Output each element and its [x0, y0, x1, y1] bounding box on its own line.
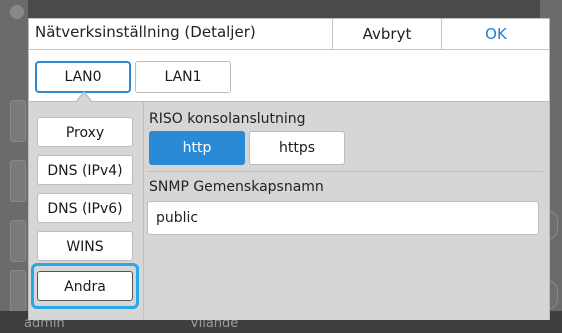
background-tab	[10, 220, 26, 262]
dialog-title: Nätverksinställning (Detaljer)	[35, 23, 256, 41]
https-option-button[interactable]: https	[249, 131, 345, 165]
sidebar-item-proxy[interactable]: Proxy	[37, 117, 133, 147]
background-tab	[10, 270, 26, 312]
cancel-button[interactable]: Avbryt	[332, 19, 441, 49]
sidebar-item-dns-ipv4[interactable]: DNS (IPv4)	[37, 155, 133, 185]
background-tab	[10, 160, 26, 202]
sidebar-item-andra[interactable]: Andra	[37, 271, 133, 301]
section-divider	[147, 171, 543, 172]
ok-button[interactable]: OK	[441, 19, 550, 49]
tab-lan0[interactable]: LAN0	[35, 61, 131, 93]
tab-lan1[interactable]: LAN1	[135, 61, 231, 93]
snmp-community-label: SNMP Gemenskapsnamn	[149, 179, 324, 195]
sidebar-item-wins[interactable]: WINS	[37, 231, 133, 261]
background-tab	[10, 100, 26, 142]
tab-pointer-fill	[76, 93, 92, 103]
sidebar-item-dns-ipv6[interactable]: DNS (IPv6)	[37, 193, 133, 223]
http-option-button[interactable]: http	[149, 131, 245, 165]
snmp-community-input[interactable]: public	[147, 201, 539, 235]
dialog-title-bar: Nätverksinställning (Detaljer) Avbryt OK	[29, 19, 549, 50]
network-settings-dialog: Nätverksinställning (Detaljer) Avbryt OK…	[28, 18, 550, 320]
gear-icon	[10, 5, 24, 19]
riso-console-label: RISO konsolanslutning	[149, 111, 306, 127]
sidebar-divider	[143, 101, 144, 319]
